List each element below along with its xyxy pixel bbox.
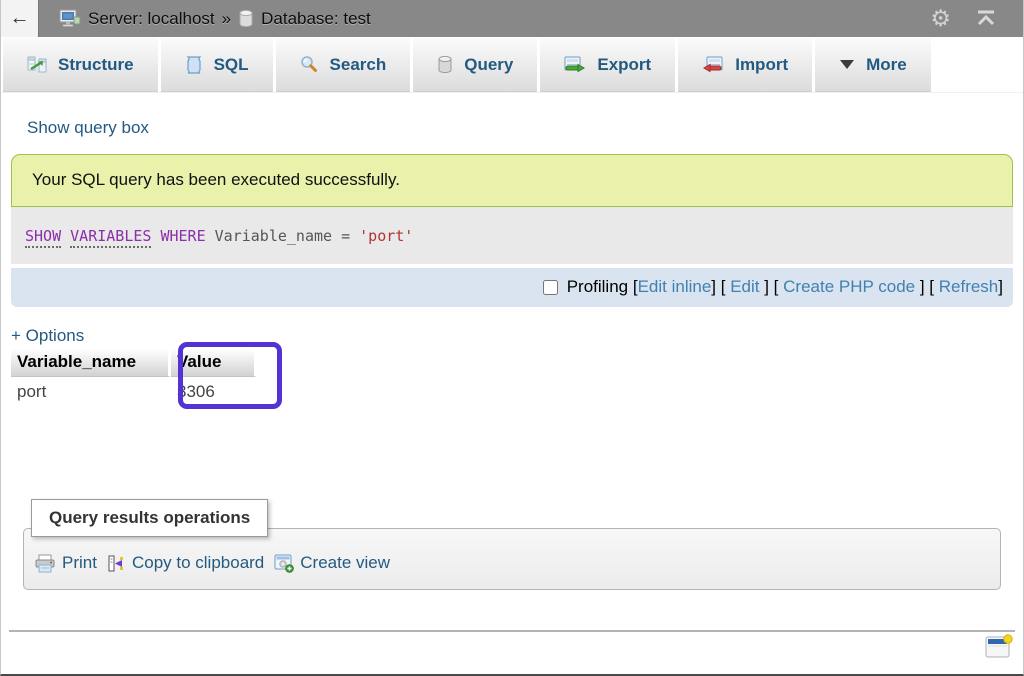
edit-inline-link[interactable]: Edit inline: [638, 277, 712, 297]
tab-bar: Structure SQL Search Query: [1, 37, 1023, 93]
tab-sql[interactable]: SQL: [161, 38, 273, 92]
sql-icon: [185, 55, 203, 74]
create-view-link: Create view: [300, 553, 390, 573]
table-row: port 3306: [11, 377, 257, 406]
print-link: Print: [62, 553, 97, 573]
sql-token-show[interactable]: SHOW: [25, 227, 61, 248]
breadcrumb-database[interactable]: Database: test: [261, 9, 371, 29]
bracket-text: ] [: [915, 277, 939, 297]
result-table: Variable_name Value port 3306: [11, 349, 257, 406]
breadcrumb: Server: localhost » Database: test: [59, 9, 371, 29]
back-button[interactable]: ←: [1, 0, 39, 37]
operations-legend: Query results operations: [31, 499, 268, 537]
structure-icon: [27, 56, 47, 74]
query-result-panel: Your SQL query has been executed success…: [11, 154, 1013, 307]
sql-token-string: 'port': [359, 227, 413, 245]
tab-import[interactable]: Import: [678, 38, 812, 92]
column-header-variable-name[interactable]: Variable_name: [11, 349, 171, 377]
breadcrumb-separator: »: [222, 9, 231, 29]
tab-label: Import: [735, 55, 788, 75]
bracket-text: ] [: [711, 277, 730, 297]
tab-search[interactable]: Search: [276, 38, 411, 92]
operations-fieldset: Print Copy to clipboard: [23, 528, 1001, 590]
profiling-label: Profiling: [567, 277, 628, 297]
success-message: Your SQL query has been executed success…: [11, 154, 1013, 207]
profiling-checkbox[interactable]: [543, 280, 558, 295]
column-header-value[interactable]: Value: [171, 349, 257, 377]
back-arrow-icon: ←: [10, 7, 30, 30]
create-view-action[interactable]: Create view: [274, 553, 390, 573]
database-icon: [238, 9, 254, 28]
tab-label: More: [866, 55, 907, 75]
settings-gear-icon[interactable]: ⚙: [930, 7, 951, 30]
tab-label: Structure: [58, 55, 134, 75]
cell-variable-name: port: [11, 377, 171, 406]
create-php-code-link[interactable]: Create PHP code: [783, 277, 915, 297]
show-query-box-link[interactable]: Show query box: [27, 118, 149, 137]
bracket-text: ]: [998, 277, 1003, 297]
server-icon: [59, 9, 81, 28]
query-db-icon: [437, 55, 453, 74]
copy-to-clipboard-action[interactable]: Copy to clipboard: [107, 553, 264, 573]
copy-to-clipboard-link: Copy to clipboard: [132, 553, 264, 573]
print-icon: [34, 554, 56, 573]
tab-more[interactable]: More: [815, 38, 931, 92]
refresh-link[interactable]: Refresh: [939, 277, 999, 297]
open-new-window-icon[interactable]: [985, 633, 1013, 664]
query-results-operations: Query results operations Print: [23, 528, 1001, 590]
tab-label: Query: [464, 55, 513, 75]
sql-token-where: WHERE: [160, 227, 205, 245]
result-table-section: + Options Variable_name Value port 3306: [11, 326, 1023, 406]
tab-label: Search: [330, 55, 387, 75]
executed-sql-query: SHOW VARIABLES WHERE Variable_name = 'po…: [11, 207, 1013, 264]
bracket-text: [: [628, 277, 637, 297]
profiling-row: Profiling [Edit inline] [ Edit ] [ Creat…: [11, 268, 1013, 307]
tab-export[interactable]: Export: [540, 38, 675, 92]
sql-token-operator: =: [341, 227, 350, 245]
tab-label: Export: [597, 55, 651, 75]
print-action[interactable]: Print: [34, 553, 97, 573]
copy-to-clipboard-icon: [107, 554, 126, 573]
tab-query[interactable]: Query: [413, 38, 537, 92]
collapse-top-icon[interactable]: [975, 10, 997, 27]
cell-value: 3306: [171, 377, 257, 406]
export-icon: [564, 56, 586, 74]
topbar-actions: ⚙: [930, 7, 1023, 30]
breadcrumb-server[interactable]: Server: localhost: [88, 9, 215, 29]
create-view-icon: [274, 554, 294, 573]
options-toggle-link[interactable]: + Options: [11, 326, 84, 346]
sql-token-identifier: Variable_name: [215, 227, 332, 245]
sql-token-variables[interactable]: VARIABLES: [70, 227, 151, 248]
tab-label: SQL: [214, 55, 249, 75]
tab-structure[interactable]: Structure: [3, 38, 158, 92]
search-icon: [300, 55, 319, 74]
more-caret-icon: [839, 59, 855, 70]
bracket-text: ] [: [760, 277, 784, 297]
footer-divider: [9, 630, 1015, 632]
server-bar: ← Server: localhost » Database:: [1, 0, 1023, 37]
edit-link[interactable]: Edit: [730, 277, 759, 297]
import-icon: [702, 56, 724, 74]
